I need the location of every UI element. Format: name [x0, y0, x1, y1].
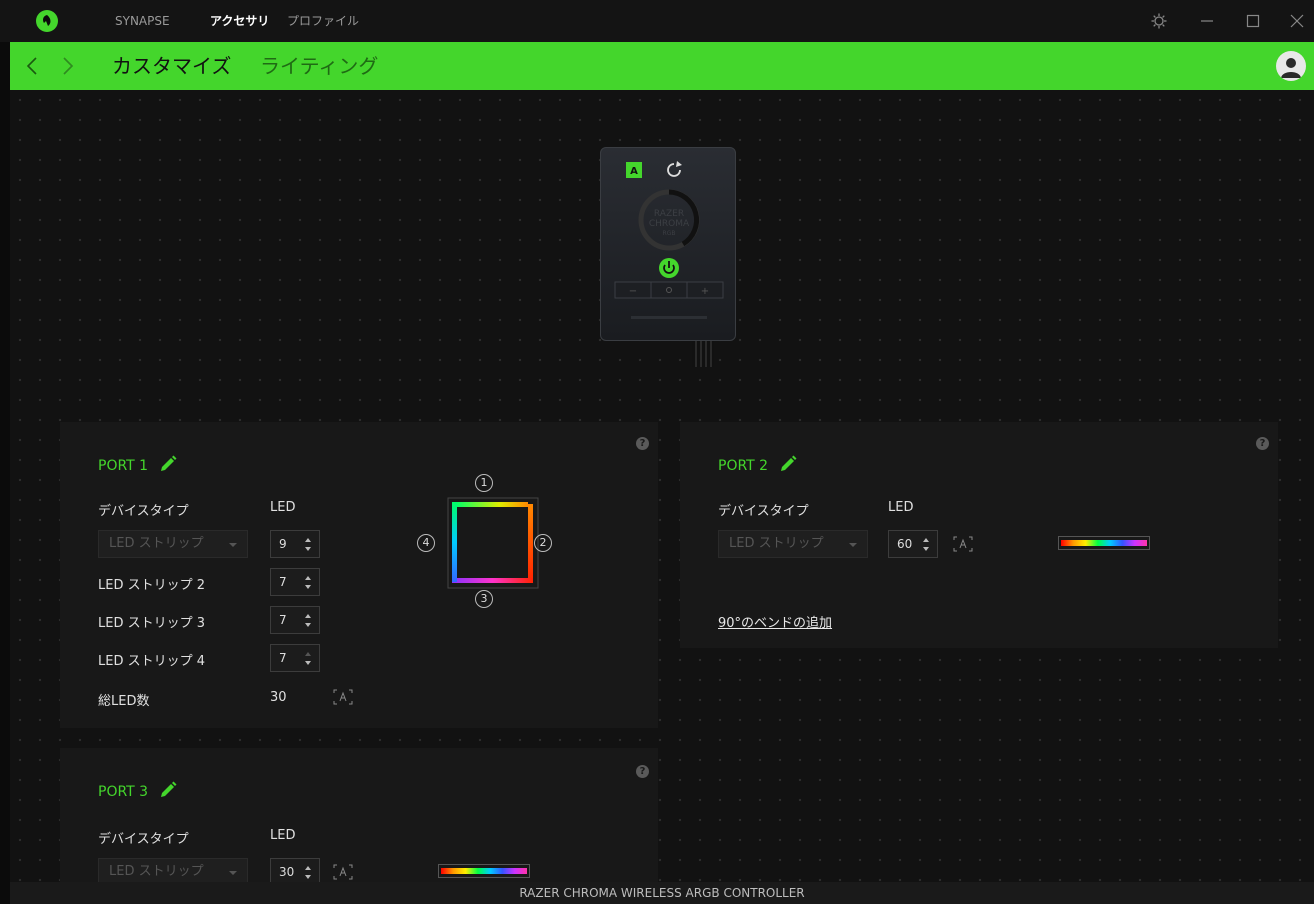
port-1-title: PORT 1 — [98, 458, 149, 474]
chevron-down-icon — [229, 871, 237, 875]
led-identify-icon[interactable] — [332, 688, 354, 706]
increment-icon[interactable] — [305, 614, 311, 618]
maximize-icon[interactable] — [1244, 12, 1262, 30]
controller-brand-3: RGB — [663, 230, 676, 237]
strip-3-label: LED ストリップ 3 — [98, 616, 206, 631]
device-type-label: デバイスタイプ — [718, 504, 809, 519]
strip-4-stepper[interactable]: 7 — [270, 644, 320, 672]
led-strip-preview — [1058, 536, 1150, 550]
strip-number-3: 3 — [475, 590, 493, 608]
back-arrow-icon[interactable] — [22, 54, 42, 78]
main-canvas: A RAZER CHROMA RGB − + ? PORT 1 デバイスタイプ … — [10, 90, 1314, 882]
device-status-bar: RAZER CHROMA WIRELESS ARGB CONTROLLER — [10, 882, 1314, 904]
port-3-card: ? PORT 3 デバイスタイプ LED LED ストリップ 30 — [60, 748, 658, 882]
tab-synapse[interactable]: SYNAPSE — [115, 0, 170, 42]
decrement-icon[interactable] — [305, 661, 311, 665]
user-icon — [1281, 58, 1301, 78]
strip-2-label: LED ストリップ 2 — [98, 578, 206, 593]
settings-icon[interactable] — [1150, 12, 1168, 30]
edit-pencil-icon[interactable] — [158, 454, 178, 474]
led-count-stepper[interactable]: 9 — [270, 530, 320, 558]
led-identify-icon[interactable] — [332, 863, 354, 881]
strip-4-label: LED ストリップ 4 — [98, 654, 206, 669]
port-1-card: ? PORT 1 デバイスタイプ LED LED ストリップ 9 LED ストリ… — [60, 422, 658, 728]
sub-navigation-bar: カスタマイズ ライティング — [10, 42, 1314, 90]
help-icon[interactable]: ? — [636, 437, 649, 450]
tab-customize[interactable]: カスタマイズ — [112, 42, 231, 90]
led-identify-icon[interactable] — [952, 535, 974, 553]
device-type-value: LED ストリップ — [109, 864, 204, 879]
led-count-stepper[interactable]: 60 — [888, 530, 938, 558]
controller-image: A RAZER CHROMA RGB − + — [600, 147, 736, 341]
help-icon[interactable]: ? — [1256, 437, 1269, 450]
tab-accessories[interactable]: アクセサリ — [210, 0, 269, 42]
led-count-value: 30 — [279, 865, 295, 879]
device-type-value: LED ストリップ — [729, 536, 824, 551]
decrement-icon[interactable] — [305, 547, 311, 551]
edit-pencil-icon[interactable] — [778, 454, 798, 474]
app-window: SYNAPSE アクセサリ プロファイル カスタマイズ ライティング A RAZ… — [0, 0, 1314, 904]
controller-brand-1: RAZER — [654, 209, 684, 219]
led-label: LED — [270, 828, 296, 843]
controller-cable — [692, 341, 714, 367]
minimize-icon[interactable] — [1198, 12, 1216, 30]
led-label: LED — [888, 500, 914, 515]
user-avatar[interactable] — [1276, 51, 1306, 81]
led-count-value: 60 — [897, 537, 913, 551]
device-type-dropdown[interactable]: LED ストリップ — [718, 530, 868, 558]
device-type-dropdown[interactable]: LED ストリップ — [98, 858, 248, 882]
increment-icon[interactable] — [305, 866, 311, 870]
strip-3-stepper[interactable]: 7 — [270, 606, 320, 634]
port-2-title: PORT 2 — [718, 458, 769, 474]
device-type-label: デバイスタイプ — [98, 504, 189, 519]
strip-2-stepper[interactable]: 7 — [270, 568, 320, 596]
svg-text:−: − — [629, 286, 637, 297]
increment-icon[interactable] — [305, 652, 311, 656]
port-2-card: ? PORT 2 デバイスタイプ LED LED ストリップ 60 90°のベン… — [680, 422, 1278, 648]
strip-4-value: 7 — [279, 651, 287, 665]
decrement-icon[interactable] — [305, 623, 311, 627]
increment-icon[interactable] — [305, 576, 311, 580]
strip-number-1: 1 — [475, 474, 493, 492]
svg-text:A: A — [630, 166, 638, 177]
decrement-icon[interactable] — [305, 875, 311, 879]
razer-logo-icon[interactable] — [36, 10, 58, 32]
increment-icon[interactable] — [923, 538, 929, 542]
strip-3-value: 7 — [279, 613, 287, 627]
strip-number-2: 2 — [534, 534, 552, 552]
tab-lighting[interactable]: ライティング — [260, 42, 378, 90]
led-label: LED — [270, 500, 296, 515]
chevron-down-icon — [229, 543, 237, 547]
strip-2-value: 7 — [279, 575, 287, 589]
led-count-value: 9 — [279, 537, 287, 551]
forward-arrow-icon[interactable] — [58, 54, 78, 78]
close-icon[interactable] — [1288, 12, 1306, 30]
total-led-value: 30 — [270, 690, 287, 705]
total-led-label: 総LED数 — [98, 694, 150, 709]
port-3-title: PORT 3 — [98, 784, 149, 800]
strip-number-4: 4 — [417, 534, 435, 552]
increment-icon[interactable] — [305, 538, 311, 542]
controller-brand-2: CHROMA — [649, 219, 690, 229]
svg-text:+: + — [701, 286, 709, 297]
device-type-label: デバイスタイプ — [98, 832, 189, 847]
device-type-value: LED ストリップ — [109, 536, 204, 551]
tab-profiles[interactable]: プロファイル — [287, 0, 359, 42]
led-strip-preview — [438, 864, 530, 878]
help-icon[interactable]: ? — [636, 765, 649, 778]
decrement-icon[interactable] — [923, 547, 929, 551]
title-bar: SYNAPSE アクセサリ プロファイル — [0, 0, 1314, 42]
decrement-icon[interactable] — [305, 585, 311, 589]
led-count-stepper[interactable]: 30 — [270, 858, 320, 882]
add-90-bend-link[interactable]: 90°のベンドの追加 — [718, 612, 832, 631]
device-name: RAZER CHROMA WIRELESS ARGB CONTROLLER — [519, 886, 805, 900]
chevron-down-icon — [849, 543, 857, 547]
device-type-dropdown[interactable]: LED ストリップ — [98, 530, 248, 558]
edit-pencil-icon[interactable] — [158, 780, 178, 800]
